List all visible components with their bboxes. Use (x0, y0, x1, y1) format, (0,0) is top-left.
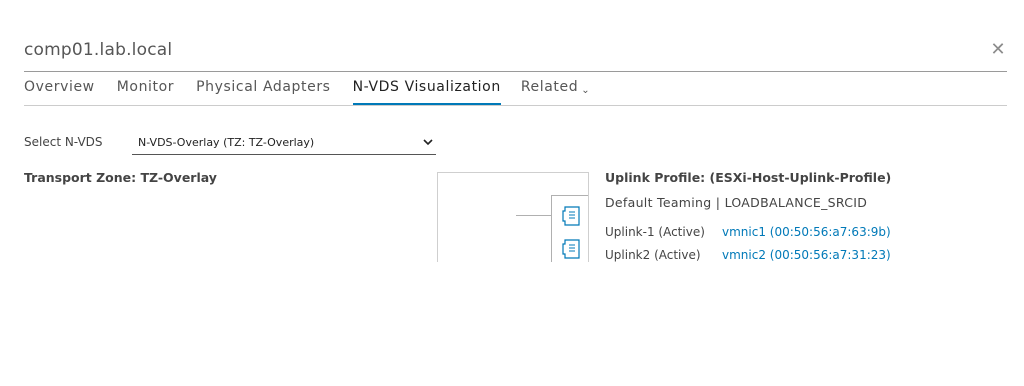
nvds-select[interactable]: N-VDS-Overlay (TZ: TZ-Overlay) (132, 132, 436, 155)
default-teaming: Default Teaming | LOADBALANCE_SRCID (605, 195, 868, 210)
tab-monitor[interactable]: Monitor (107, 78, 184, 105)
tab-related[interactable]: Related ⌄ (511, 78, 600, 105)
tab-bar: Overview Monitor Physical Adapters N-VDS… (24, 78, 602, 106)
tabs-divider (24, 105, 1007, 106)
page-title: comp01.lab.local (24, 40, 173, 60)
network-port-icon[interactable] (560, 204, 584, 228)
uplink-row: Uplink2 (Active) vmnic2 (00:50:56:a7:31:2… (605, 248, 891, 262)
blank-area (0, 262, 1024, 386)
tab-label: Physical Adapters (196, 79, 331, 95)
tab-label: Monitor (116, 79, 175, 95)
tab-overview[interactable]: Overview (24, 78, 105, 105)
network-port-icon[interactable] (560, 237, 584, 261)
vmnic-link[interactable]: vmnic1 (00:50:56:a7:63:9b) (722, 225, 891, 239)
uplink-row: Uplink-1 (Active) vmnic1 (00:50:56:a7:63:… (605, 225, 891, 239)
title-divider (24, 71, 1007, 72)
tab-physical-adapters[interactable]: Physical Adapters (186, 78, 340, 105)
tab-label: Overview (24, 79, 95, 95)
connector-line (516, 215, 551, 216)
tab-nvds-visualization[interactable]: N-VDS Visualization (352, 78, 502, 105)
uplink-name: Uplink-1 (Active) (605, 225, 705, 239)
tab-label: N-VDS Visualization (352, 79, 501, 95)
nvds-visualization-diagram (437, 172, 589, 263)
select-nvds-label: Select N-VDS (24, 135, 103, 149)
close-icon[interactable]: ✕ (988, 40, 1008, 60)
uplink-profile-title: Uplink Profile: (ESXi-Host-Uplink-Profil… (605, 170, 892, 185)
tab-label: Related (520, 79, 579, 95)
chevron-down-icon: ⌄ (581, 85, 591, 96)
vmnic-link[interactable]: vmnic2 (00:50:56:a7:31:23) (722, 248, 891, 262)
transport-zone-label: Transport Zone: TZ-Overlay (24, 170, 217, 185)
uplink-name: Uplink2 (Active) (605, 248, 701, 262)
chevron-down-icon (423, 139, 433, 146)
nvds-select-value: N-VDS-Overlay (TZ: TZ-Overlay) (138, 136, 315, 149)
